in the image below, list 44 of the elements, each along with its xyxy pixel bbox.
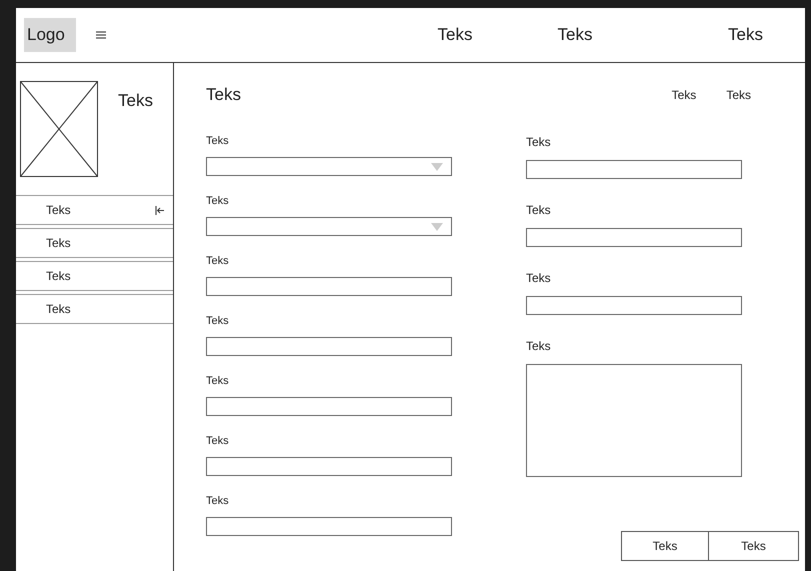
field-label: Teks bbox=[206, 435, 230, 447]
input-field[interactable] bbox=[206, 397, 452, 416]
page-title: Teks bbox=[206, 85, 241, 105]
field-label: Teks bbox=[526, 203, 552, 217]
header-link[interactable]: Teks bbox=[726, 88, 751, 102]
input-field[interactable] bbox=[206, 337, 452, 356]
sidebar-item[interactable]: Teks bbox=[16, 195, 173, 225]
sidebar-item[interactable]: Teks bbox=[16, 294, 173, 324]
nav-link[interactable]: Teks bbox=[414, 25, 496, 45]
menu-icon[interactable] bbox=[96, 31, 106, 39]
field-label: Teks bbox=[206, 195, 230, 207]
input-field[interactable] bbox=[206, 277, 452, 296]
sidebar-item-label: Teks bbox=[46, 203, 71, 217]
caret-icon bbox=[431, 163, 443, 171]
field-label: Teks bbox=[206, 375, 230, 387]
field-label: Teks bbox=[526, 271, 552, 285]
field-label: Teks bbox=[206, 135, 230, 147]
field-label: Teks bbox=[526, 135, 552, 149]
field-label: Teks bbox=[206, 495, 230, 507]
dropdown-field[interactable] bbox=[206, 157, 452, 176]
input-field[interactable] bbox=[526, 160, 742, 179]
sidebar-item[interactable]: Teks bbox=[16, 228, 173, 258]
header-link[interactable]: Teks bbox=[672, 88, 696, 102]
field-label: Teks bbox=[206, 315, 230, 327]
caret-icon bbox=[431, 223, 443, 231]
nav-link[interactable]: Teks bbox=[728, 25, 763, 45]
field-label: Teks bbox=[526, 339, 552, 353]
logo[interactable]: Logo bbox=[24, 18, 76, 52]
nav-link[interactable]: Teks bbox=[534, 25, 616, 45]
dropdown-field[interactable] bbox=[206, 217, 452, 236]
sidebar-item-label: Teks bbox=[46, 269, 71, 283]
text-area[interactable] bbox=[526, 364, 742, 477]
sidebar-item-label: Teks bbox=[46, 236, 71, 250]
collapse-icon[interactable] bbox=[155, 206, 165, 214]
input-field[interactable] bbox=[206, 457, 452, 476]
field-label: Teks bbox=[206, 255, 230, 267]
input-field[interactable] bbox=[526, 296, 742, 315]
input-field[interactable] bbox=[526, 228, 742, 247]
profile-name: Teks bbox=[118, 91, 153, 111]
sidebar-item-label: Teks bbox=[46, 302, 71, 316]
input-field[interactable] bbox=[206, 517, 452, 536]
button[interactable]: Teks bbox=[621, 531, 709, 561]
sidebar-item[interactable]: Teks bbox=[16, 261, 173, 291]
button[interactable]: Teks bbox=[709, 531, 799, 561]
